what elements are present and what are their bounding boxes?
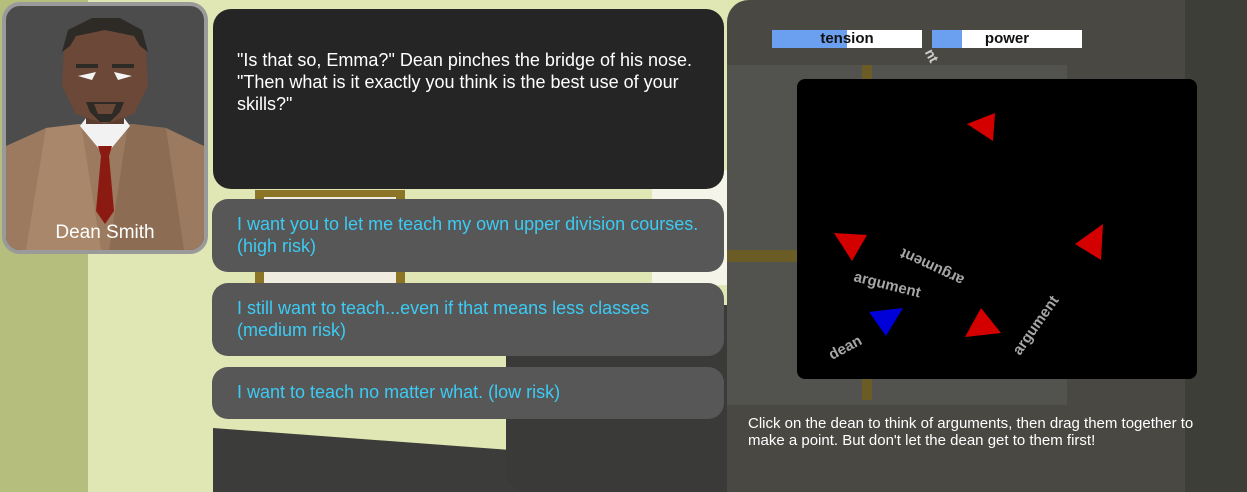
tension-meter: tension — [772, 30, 922, 48]
argument-label: argument — [1009, 293, 1062, 359]
dean-avatar — [6, 18, 204, 250]
dean-label: dean — [826, 332, 865, 363]
choice-low-risk[interactable]: I want to teach no matter what. (low ris… — [212, 367, 724, 419]
argument-label: argument — [852, 268, 922, 301]
choice-medium-risk[interactable]: I still want to teach...even if that mea… — [212, 283, 724, 356]
power-meter-label: power — [984, 30, 1030, 47]
dialogue-text: "Is that so, Emma?" Dean pinches the bri… — [237, 50, 693, 114]
argument-token[interactable] — [834, 233, 867, 261]
argument-token[interactable] — [1075, 224, 1103, 260]
dean-token[interactable] — [869, 308, 903, 336]
tension-meter-label: tension — [820, 30, 874, 47]
dialogue-box: "Is that so, Emma?" Dean pinches the bri… — [213, 9, 724, 189]
argument-token[interactable] — [965, 308, 1001, 337]
power-meter: power — [932, 30, 1082, 48]
instructions-text: Click on the dean to think of arguments,… — [748, 415, 1194, 449]
argument-token[interactable] — [967, 113, 995, 141]
character-name: Dean Smith — [55, 222, 155, 243]
background-beam — [727, 250, 807, 262]
argument-arena[interactable]: argument argument argument dean — [797, 79, 1197, 379]
choice-high-risk[interactable]: I want you to let me teach my own upper … — [212, 199, 724, 272]
character-portrait: Dean Smith — [2, 2, 208, 254]
